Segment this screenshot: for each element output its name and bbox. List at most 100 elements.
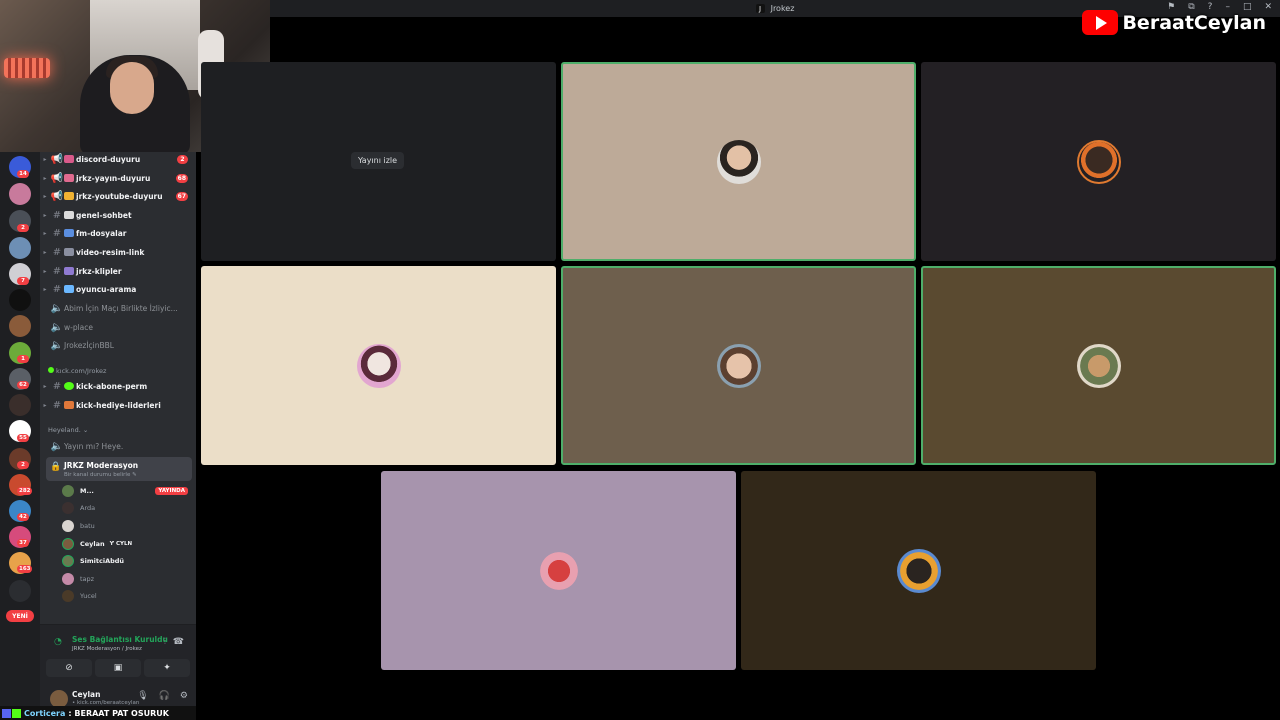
channel-watermark: BeraatCeylan [1082, 10, 1266, 35]
webcam-heater [4, 58, 50, 78]
disconnect-icon[interactable]: ☎ [173, 637, 184, 647]
channel-voice-w-place[interactable]: 🔈 w-place [40, 318, 196, 336]
speaker-icon: 🔈 [50, 440, 64, 452]
participant-tile[interactable] [741, 471, 1096, 670]
voice-member[interactable]: Arda [62, 500, 192, 516]
channel-jrkz-klipler[interactable]: ▸ # jrkz-klipler [40, 262, 196, 280]
avatar [62, 573, 74, 585]
avatar [356, 343, 401, 388]
microphone-icon[interactable]: 🎙 [137, 691, 148, 701]
channel-list: ▸ 📢 discord-duyuru 2 ▸ 📢 jrkz-yayın-duyu… [40, 152, 196, 720]
collapse-arrow-icon: ▸ [43, 285, 47, 293]
server-icon[interactable] [9, 183, 31, 205]
channel-voice-yayin-mi[interactable]: 🔈 Yayın mı? Heye. [40, 437, 196, 455]
stream-tile[interactable]: Yayını izle [201, 62, 556, 261]
channel-kick-hediye-liderleri[interactable]: ▸ # kick-hediye-liderleri [40, 396, 196, 414]
participant-tile[interactable] [381, 471, 736, 670]
mention-badge: 67 [175, 191, 188, 201]
channel-label: Yayın mı? Heye. [64, 441, 124, 451]
server-icon[interactable] [9, 289, 31, 311]
hash-icon: # [52, 246, 62, 258]
member-name: SimitciAbdü [80, 557, 125, 565]
screen-share-icon: ▣ [113, 663, 123, 673]
watch-stream-button[interactable]: Yayını izle [351, 152, 405, 169]
hash-icon: # [52, 265, 62, 277]
server-badge: 37 [17, 539, 29, 547]
server-icon[interactable] [9, 394, 31, 416]
chat-badge-icon [2, 708, 11, 718]
channel-jrkz-yayin-duyuru[interactable]: ▸ 📢 jrkz-yayın-duyuru 68 [40, 169, 196, 187]
mention-badge: 2 [177, 154, 188, 164]
new-badge: YENİ [6, 610, 34, 622]
channel-jrkz-youtube-duyuru[interactable]: ▸ 📢 jrkz-youtube-duyuru 67 [40, 187, 196, 205]
server-icon[interactable] [9, 315, 31, 337]
category-kick[interactable]: kıck.com/Jrokez [48, 367, 106, 375]
activities-button[interactable]: ✦ [144, 659, 190, 677]
channel-label: fm-dosyalar [76, 228, 127, 238]
category-label: kıck.com/Jrokez [56, 367, 107, 375]
member-name: M... [80, 487, 94, 495]
avatar [716, 139, 761, 184]
noise-suppression-icon[interactable]: ⫶ [164, 637, 166, 647]
member-name: tapz [80, 575, 95, 583]
participant-tile[interactable] [561, 266, 916, 465]
participant-tile[interactable] [921, 62, 1276, 261]
avatar [62, 590, 74, 602]
channel-label: w-place [64, 322, 94, 332]
hash-icon: # [52, 209, 62, 221]
screen-share-button[interactable]: ▣ [95, 659, 141, 677]
participant-tile[interactable] [921, 266, 1276, 465]
voice-member[interactable]: SimitciAbdü [62, 553, 192, 569]
hash-icon: # [52, 380, 62, 392]
server-badge: 163 [17, 565, 33, 573]
avatar [62, 555, 74, 567]
channel-voice-jrokez-bbl[interactable]: 🔈 JrokezİçinBBL [40, 336, 196, 354]
voice-member[interactable]: Ceylan Ƴ CYLN [62, 536, 192, 552]
participant-tile[interactable] [561, 62, 916, 261]
channel-video-resim-link[interactable]: ▸ # video-resim-link [40, 243, 196, 261]
channel-label: Abim İçin Maçı Birlikte İzliyic... [64, 303, 178, 313]
member-name: batu [80, 522, 95, 530]
voice-channel-jrkz-moderasyon[interactable]: 🔒 JRKZ Moderasyon Bir kanal durumu belir… [46, 457, 192, 481]
headphones-icon[interactable]: 🎧 [159, 691, 170, 701]
channel-label: video-resim-link [76, 247, 145, 257]
voice-member[interactable]: batu [62, 518, 192, 534]
discover-icon[interactable] [9, 580, 31, 602]
voice-member[interactable]: tapz [62, 571, 192, 587]
hash-icon: # [52, 399, 62, 411]
hash-icon: # [52, 227, 62, 239]
channel-kick-abone-perm[interactable]: ▸ # kick-abone-perm [40, 377, 196, 395]
channel-genel-sohbet[interactable]: ▸ # genel-sohbet [40, 206, 196, 224]
camera-off-button[interactable]: ⊘ [46, 659, 92, 677]
voice-member[interactable]: Yucel [62, 588, 192, 604]
voice-status-subtitle[interactable]: JRKZ Moderasyon / Jrokez [72, 646, 142, 652]
chat-message: : BERAAT PAT OSURUK [68, 708, 169, 718]
stream-chat-overlay: Corticera : BERAAT PAT OSURUK [0, 706, 196, 720]
channel-voice-abim[interactable]: 🔈 Abim İçin Maçı Birlikte İzliyic... [40, 299, 196, 317]
member-name: Yucel [80, 592, 97, 600]
server-badge: 55 [17, 434, 29, 442]
voice-member[interactable]: M... YAYINDA [62, 483, 192, 499]
chat-badge-icon [12, 708, 21, 718]
speaker-icon: 🔈 [50, 339, 64, 351]
clip-icon [64, 267, 74, 275]
server-badge: 282 [17, 487, 33, 495]
channel-oyuncu-arama[interactable]: ▸ # oyuncu-arama [40, 280, 196, 298]
server-badge: 14 [17, 170, 29, 178]
channel-discord-duyuru[interactable]: ▸ 📢 discord-duyuru 2 [40, 150, 196, 168]
signal-icon[interactable]: ◔ [54, 637, 62, 647]
participant-tile[interactable] [201, 266, 556, 465]
server-badge: 1 [17, 355, 29, 363]
username[interactable]: Ceylan [72, 690, 100, 699]
collapse-arrow-icon: ▸ [43, 211, 47, 219]
channel-fm-dosyalar[interactable]: ▸ # fm-dosyalar [40, 224, 196, 242]
announcement-icon: 📢 [50, 190, 64, 202]
emoji-icon [64, 174, 74, 182]
server-icon[interactable] [9, 237, 31, 259]
emoji-icon [64, 155, 74, 163]
avatar [536, 548, 581, 593]
speaker-icon: 🔈 [50, 321, 64, 333]
gear-icon[interactable]: ⚙ [180, 691, 188, 701]
category-heyeland[interactable]: Heyeland. ⌄ [48, 426, 88, 434]
channel-status[interactable]: Bir kanal durumu belirle ✎ [64, 472, 137, 478]
